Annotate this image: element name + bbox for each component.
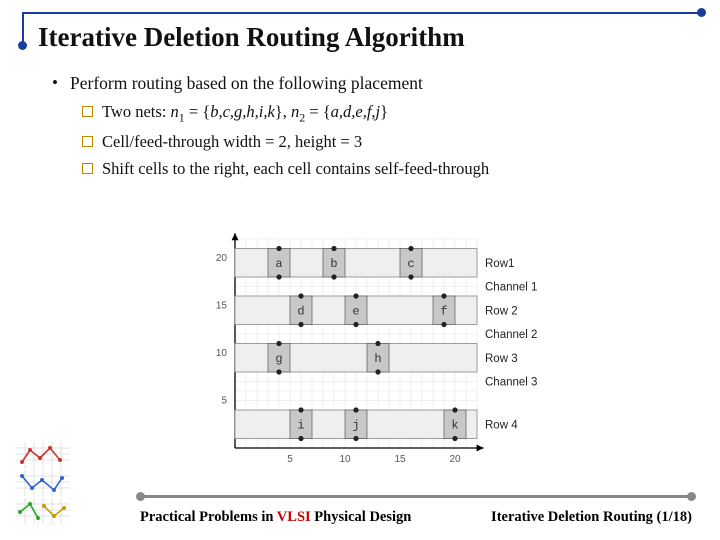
text: = { [305, 102, 330, 121]
svg-text:i: i [297, 418, 304, 432]
svg-text:Row 3: Row 3 [485, 353, 518, 365]
decorative-graph-icons [16, 442, 72, 526]
svg-text:Channel 2: Channel 2 [485, 329, 537, 341]
svg-text:d: d [297, 304, 304, 318]
svg-text:Row 4: Row 4 [485, 419, 518, 431]
graph-icon [16, 498, 70, 524]
page-title: Iterative Deletion Routing Algorithm [38, 22, 465, 53]
graph-icon [16, 442, 70, 468]
var-n1: n [171, 102, 179, 121]
svg-text:j: j [352, 418, 359, 432]
sub-bullet-shift: Shift cells to the right, each cell cont… [80, 156, 690, 182]
svg-text:5: 5 [287, 454, 293, 465]
text: Two nets: [102, 102, 171, 121]
svg-text:h: h [374, 352, 381, 366]
body-content: Perform routing based on the following p… [48, 70, 690, 182]
svg-text:f: f [440, 304, 447, 318]
sub-bullet-list: Two nets: n1 = {b,c,g,h,i,k}, n2 = {a,d,… [80, 99, 690, 182]
bullet-main: Perform routing based on the following p… [48, 70, 690, 97]
svg-text:a: a [275, 257, 282, 271]
text: Practical Problems in [140, 509, 277, 525]
footer: Practical Problems in VLSI Physical Desi… [140, 509, 692, 526]
svg-text:15: 15 [216, 301, 228, 312]
graph-icon [16, 470, 70, 496]
text: }, [275, 102, 291, 121]
footer-left: Practical Problems in VLSI Physical Desi… [140, 509, 411, 526]
svg-text:10: 10 [216, 348, 228, 359]
svg-text:b: b [330, 257, 337, 271]
sub-bullet-nets: Two nets: n1 = {b,c,g,h,i,k}, n2 = {a,d,… [80, 99, 690, 127]
svg-text:k: k [451, 418, 458, 432]
svg-text:g: g [275, 352, 282, 366]
vlsi-label: VLSI [277, 509, 311, 525]
svg-text:20: 20 [449, 454, 461, 465]
footer-divider [140, 495, 692, 498]
svg-text:Row 2: Row 2 [485, 305, 518, 317]
svg-text:e: e [352, 304, 359, 318]
sub-bullet-dims: Cell/feed-through width = 2, height = 3 [80, 129, 690, 155]
svg-text:15: 15 [394, 454, 406, 465]
svg-text:Channel 3: Channel 3 [485, 377, 537, 389]
frame-dot-icon [18, 41, 27, 50]
svg-text:10: 10 [339, 454, 351, 465]
var-n2: n [291, 102, 299, 121]
frame-dot-icon [697, 8, 706, 17]
svg-text:20: 20 [216, 253, 228, 264]
text: = { [185, 102, 210, 121]
set-contents: b,c,g,h,i,k [210, 102, 275, 121]
text: Physical Design [311, 509, 412, 525]
placement-diagram: 5 10 15 20 5 10 15 20 a b c Row1 d e f Row 2 g h Row 3 i j k R… [195, 218, 565, 468]
svg-text:5: 5 [221, 396, 227, 407]
svg-text:c: c [407, 257, 414, 271]
set-contents: a,d,e,f,j [331, 102, 381, 121]
svg-text:Channel 1: Channel 1 [485, 282, 537, 294]
text: } [380, 102, 388, 121]
decorative-frame-top [22, 12, 702, 14]
svg-text:Row1: Row1 [485, 258, 514, 270]
footer-right: Iterative Deletion Routing (1/18) [491, 509, 692, 526]
